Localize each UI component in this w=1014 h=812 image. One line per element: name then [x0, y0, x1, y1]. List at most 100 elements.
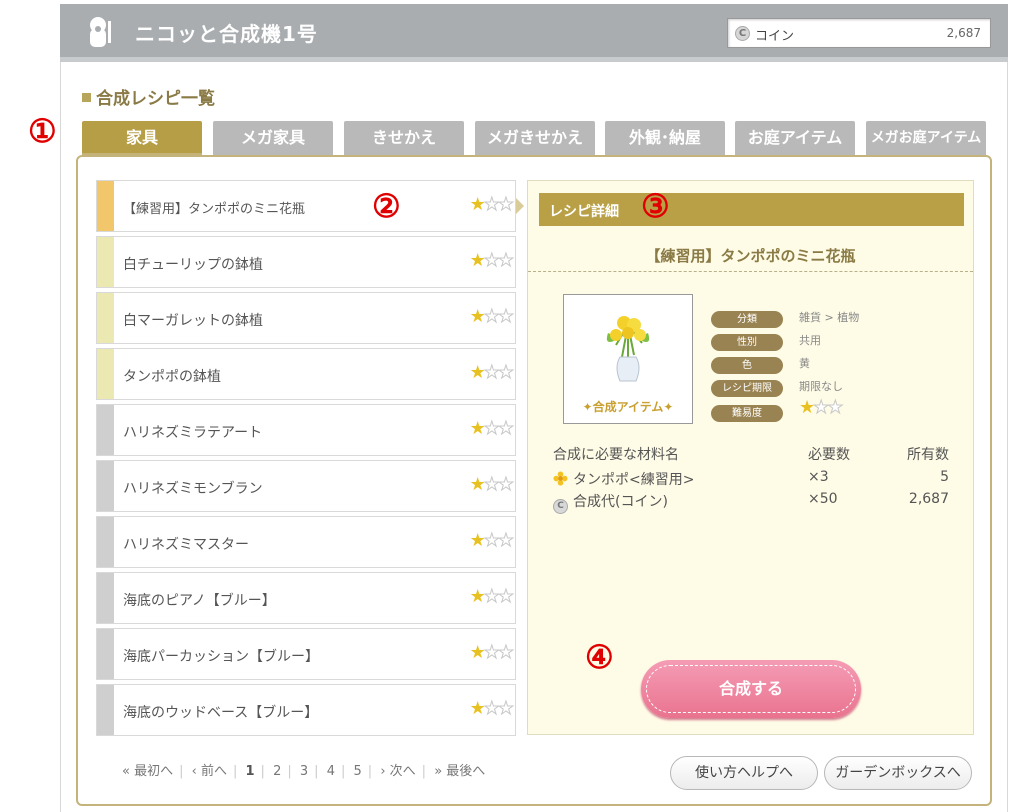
- title-bar: ニコッと合成機1号 C コイン 2,687: [60, 4, 1008, 62]
- star-empty-icon: ★: [497, 586, 514, 607]
- star-empty-icon: ★: [483, 586, 500, 607]
- material-have: 2,687: [908, 491, 949, 507]
- recipe-item[interactable]: 海底のピアノ【ブルー】 ★★★: [96, 572, 516, 624]
- pager-last-link[interactable]: » 最後へ: [434, 760, 485, 779]
- tab-furniture[interactable]: 家具: [82, 121, 202, 155]
- star-empty-icon: ★: [497, 362, 514, 383]
- recipe-item[interactable]: 白チューリップの鉢植 ★★★: [96, 236, 516, 288]
- difficulty-stars: ★★★: [469, 586, 515, 607]
- item-image: ✦合成アイテム✦: [563, 294, 693, 424]
- star-empty-icon: ★: [497, 418, 514, 439]
- recipe-item[interactable]: ハリネズミマスター ★★★: [96, 516, 516, 568]
- recipe-item[interactable]: 【練習用】タンポポのミニ花瓶 ★★★: [96, 180, 524, 232]
- star-filled-icon: ★: [469, 586, 486, 607]
- craft-button[interactable]: 合成する: [641, 660, 861, 718]
- divider: [528, 271, 973, 272]
- recipe-item[interactable]: ハリネズミラテアート ★★★: [96, 404, 516, 456]
- star-filled-icon: ★: [469, 306, 486, 327]
- app-title: ニコッと合成機1号: [135, 22, 318, 46]
- star-filled-icon: ★: [469, 362, 486, 383]
- difficulty-stars: ★★★: [469, 642, 515, 663]
- attr-category: 分類 雑貨 > 植物: [711, 307, 859, 328]
- star-empty-icon: ★: [483, 362, 500, 383]
- star-empty-icon: ★: [483, 474, 500, 495]
- recipe-item[interactable]: ハリネズミモンブラン ★★★: [96, 460, 516, 512]
- material-row: C 合成代(コイン) ×50 2,687: [553, 491, 949, 514]
- recipe-item[interactable]: タンポポの鉢植 ★★★: [96, 348, 516, 400]
- craft-button-label: 合成する: [646, 665, 856, 713]
- star-filled-icon: ★: [469, 418, 486, 439]
- material-need: ×3: [808, 469, 829, 485]
- sparkle-icon: ✦: [582, 400, 593, 414]
- pager-next-link[interactable]: › 次へ: [380, 760, 415, 779]
- star-empty-icon: ★: [483, 530, 500, 551]
- difficulty-stars: ★★★: [469, 250, 515, 271]
- tab-exterior-barn[interactable]: 外観･納屋: [605, 121, 725, 155]
- marker-2: ②: [372, 187, 401, 225]
- star-empty-icon: ★: [497, 194, 514, 215]
- marker-4: ④: [585, 638, 614, 676]
- pager-page-3[interactable]: 3: [300, 764, 308, 779]
- recipe-name: 海底のウッドベース【ブルー】: [123, 705, 319, 721]
- material-row: タンポポ<練習用> ×3 5: [553, 469, 949, 489]
- pager-page-5[interactable]: 5: [354, 764, 362, 779]
- tab-dress-up[interactable]: きせかえ: [344, 121, 464, 155]
- star-empty-icon: ★: [483, 306, 500, 327]
- difficulty-stars: ★★★: [470, 194, 515, 215]
- tab-mega-furniture[interactable]: メガ家具: [213, 121, 333, 155]
- pager-first-link[interactable]: « 最初へ: [122, 760, 173, 779]
- attr-difficulty: 難易度 ★★★: [711, 397, 844, 422]
- pager-page-2[interactable]: 2: [273, 764, 281, 779]
- attr-gender: 性別 共用: [711, 330, 821, 351]
- star-filled-icon: ★: [469, 250, 486, 271]
- tab-mega-garden-items[interactable]: メガお庭アイテム: [866, 121, 986, 155]
- recipe-name: ハリネズミマスター: [123, 537, 249, 553]
- star-empty-icon: ★: [497, 306, 514, 327]
- star-empty-icon: ★: [497, 250, 514, 271]
- difficulty-stars: ★★★: [470, 698, 515, 719]
- pager-page-1[interactable]: 1: [246, 764, 255, 779]
- star-empty-icon: ★: [483, 698, 500, 719]
- recipe-item[interactable]: 海底パーカッション【ブルー】 ★★★: [96, 628, 516, 680]
- detail-item-name: 【練習用】タンポポのミニ花瓶: [645, 247, 856, 265]
- pager-page-4[interactable]: 4: [327, 764, 335, 779]
- difficulty-stars: ★★★: [469, 530, 515, 551]
- flower-icon: [553, 471, 568, 486]
- recipe-name: 白チューリップの鉢植: [123, 257, 263, 273]
- difficulty-stars: ★★★: [469, 418, 515, 439]
- star-filled-icon: ★: [469, 642, 486, 663]
- material-name: 合成代(コイン): [573, 494, 668, 510]
- difficulty-stars: ★★★: [469, 362, 515, 383]
- coin-label: コイン: [755, 29, 795, 44]
- star-filled-icon: ★: [469, 474, 486, 495]
- recipe-name: ハリネズミラテアート: [123, 425, 263, 441]
- recipe-name: ハリネズミモンブラン: [123, 481, 263, 497]
- help-button[interactable]: 使い方ヘルプへ: [670, 756, 818, 790]
- difficulty-stars: ★★★: [799, 397, 844, 419]
- pager-prev-link[interactable]: ‹ 前へ: [192, 760, 227, 779]
- attr-color: 色 黄: [711, 353, 810, 374]
- material-name: タンポポ<練習用>: [573, 472, 695, 488]
- square-bullet-icon: [82, 93, 91, 102]
- difficulty-stars: ★★★: [469, 306, 515, 327]
- tab-garden-items[interactable]: お庭アイテム: [735, 121, 855, 155]
- star-empty-icon: ★: [483, 642, 500, 663]
- image-caption: ✦合成アイテム✦: [582, 400, 674, 414]
- tab-mega-dress-up[interactable]: メガきせかえ: [475, 121, 595, 155]
- coin-value: 2,687: [946, 26, 981, 40]
- star-empty-icon: ★: [813, 397, 830, 419]
- recipe-name: 海底のピアノ【ブルー】: [123, 593, 276, 609]
- recipe-item[interactable]: 白マーガレットの鉢植 ★★★: [96, 292, 516, 344]
- star-empty-icon: ★: [827, 397, 844, 419]
- recipe-name: 白マーガレットの鉢植: [123, 313, 263, 329]
- pagination: « 最初へ | ‹ 前へ | 1 | 2 | 3 | 4 | 5 | › 次へ | » 最後へ: [122, 760, 487, 779]
- material-have: 5: [940, 469, 949, 485]
- garden-box-button[interactable]: ガーデンボックスへ: [824, 756, 972, 790]
- attr-recipe-expiry: レシピ期限 期限なし: [711, 376, 843, 397]
- difficulty-stars: ★★★: [469, 474, 515, 495]
- star-filled-icon: ★: [469, 530, 486, 551]
- recipe-item[interactable]: 海底のウッドベース【ブルー】 ★★★: [96, 684, 516, 736]
- star-empty-icon: ★: [483, 194, 500, 215]
- coin-icon: C: [553, 499, 568, 514]
- recipe-name: 【練習用】タンポポのミニ花瓶: [123, 202, 306, 217]
